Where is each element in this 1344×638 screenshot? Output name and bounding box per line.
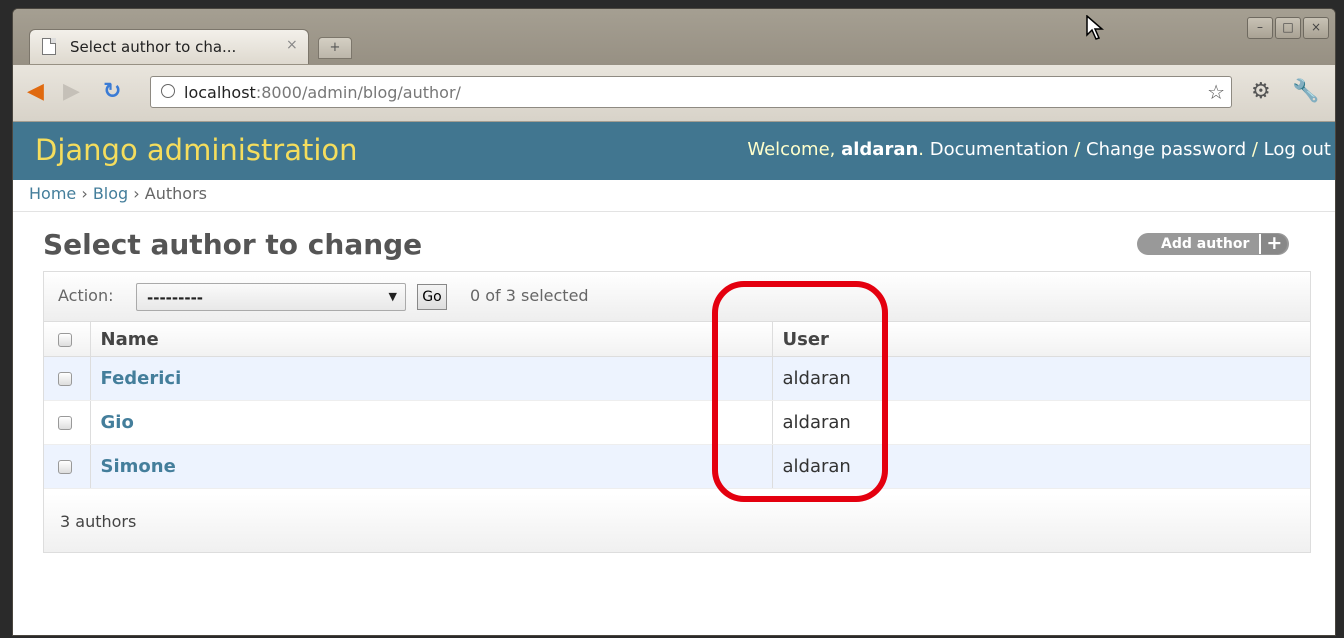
tab-title: Select author to cha...	[70, 38, 237, 56]
results-table: Name User Federici aldaran Gio aldaran S…	[44, 322, 1310, 489]
page-content: Django administration Welcome, aldaran. …	[13, 122, 1335, 635]
new-tab-button[interactable]: +	[318, 37, 352, 59]
add-author-label: Add author	[1161, 236, 1250, 252]
breadcrumb-current: Authors	[144, 184, 207, 203]
dropdown-arrow-icon: ▼	[388, 290, 397, 303]
name-cell: Gio	[90, 400, 773, 445]
table-header-row: Name User	[44, 322, 1310, 357]
select-all-checkbox[interactable]	[58, 332, 72, 347]
separator: /	[1246, 139, 1264, 160]
window-controls: – □ ×	[1247, 17, 1329, 39]
paginator: 3 authors	[44, 494, 1310, 552]
row-checkbox[interactable]	[58, 372, 72, 386]
separator: /	[1068, 139, 1087, 160]
action-select[interactable]: --------- ▼	[136, 283, 406, 311]
selection-counter: 0 of 3 selected	[470, 286, 589, 305]
table-row: Simone aldaran	[44, 444, 1310, 489]
title-bar: Select author to cha... × + – □ ×	[13, 9, 1335, 69]
browser-toolbar: ◀ ▶ ↻ localhost:8000/admin/blog/author/ …	[13, 65, 1335, 122]
row-checkbox-cell	[44, 400, 91, 445]
documentation-link[interactable]: Documentation	[930, 139, 1069, 160]
action-label: Action:	[58, 286, 114, 305]
wrench-icon[interactable]: 🔧	[1292, 79, 1319, 104]
logout-link[interactable]: Log out	[1264, 139, 1331, 160]
close-window-button[interactable]: ×	[1303, 17, 1329, 39]
action-select-value: ---------	[147, 289, 204, 307]
tab-close-icon[interactable]: ×	[286, 37, 298, 53]
plus-icon: +	[1259, 234, 1288, 254]
back-arrow-icon[interactable]: ◀	[27, 79, 44, 104]
globe-icon	[161, 84, 175, 98]
author-link[interactable]: Gio	[101, 412, 134, 433]
select-all-cell	[44, 322, 91, 357]
change-password-link[interactable]: Change password	[1086, 139, 1246, 160]
minimize-button[interactable]: –	[1247, 17, 1273, 39]
browser-window: Select author to cha... × + – □ × ◀ ▶ ↻ …	[12, 8, 1336, 636]
url-text[interactable]: localhost:8000/admin/blog/author/	[184, 83, 461, 102]
breadcrumb: Home › Blog › Authors	[13, 180, 1335, 212]
row-checkbox-cell	[44, 444, 91, 489]
row-checkbox[interactable]	[58, 460, 72, 474]
site-branding[interactable]: Django administration	[35, 133, 358, 167]
row-checkbox[interactable]	[58, 416, 72, 430]
changelist: Action: --------- ▼ Go 0 of 3 selected N…	[43, 271, 1311, 553]
bookmark-star-icon[interactable]: ☆	[1207, 80, 1225, 104]
reload-icon[interactable]: ↻	[103, 79, 121, 104]
page-title: Select author to change	[43, 228, 423, 261]
breadcrumb-separator: ›	[76, 184, 93, 203]
row-checkbox-cell	[44, 356, 91, 401]
user-tools: Welcome, aldaran. Documentation / Change…	[747, 139, 1331, 160]
breadcrumb-separator: ›	[128, 184, 145, 203]
actions-bar: Action: --------- ▼ Go 0 of 3 selected	[44, 272, 1310, 322]
name-cell: Federici	[90, 356, 773, 401]
table-row: Federici aldaran	[44, 356, 1310, 401]
breadcrumb-home[interactable]: Home	[29, 184, 76, 203]
forward-arrow-icon[interactable]: ▶	[63, 79, 80, 104]
author-link[interactable]: Federici	[101, 368, 182, 389]
author-link[interactable]: Simone	[101, 456, 176, 477]
settings-gear-icon[interactable]: ⚙	[1251, 79, 1271, 104]
go-button[interactable]: Go	[417, 284, 447, 310]
url-host: localhost	[184, 83, 256, 102]
admin-header: Django administration Welcome, aldaran. …	[13, 122, 1335, 180]
add-author-button[interactable]: Add author +	[1137, 233, 1290, 255]
page-icon	[42, 38, 56, 55]
url-path: :8000/admin/blog/author/	[255, 83, 461, 102]
column-header-name[interactable]: Name	[90, 322, 773, 357]
breadcrumb-blog[interactable]: Blog	[93, 184, 128, 203]
address-bar[interactable]: localhost:8000/admin/blog/author/ ☆	[150, 76, 1232, 108]
browser-tab[interactable]: Select author to cha... ×	[29, 29, 309, 64]
highlight-annotation	[712, 281, 888, 502]
welcome-text: Welcome,	[747, 139, 842, 160]
table-row: Gio aldaran	[44, 400, 1310, 445]
maximize-button[interactable]: □	[1275, 17, 1301, 39]
name-cell: Simone	[90, 444, 773, 489]
username: aldaran	[841, 139, 919, 160]
